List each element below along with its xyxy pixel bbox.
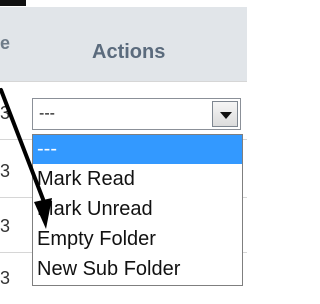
row-partial-text: 3 xyxy=(0,161,11,181)
actions-dropdown-list[interactable]: --- Mark Read Mark Unread Empty Folder N… xyxy=(32,134,243,286)
actions-select[interactable]: --- xyxy=(32,98,241,130)
option-mark-read[interactable]: Mark Read xyxy=(33,165,242,194)
table-header: e Actions xyxy=(0,7,247,81)
actions-column-header: Actions xyxy=(92,41,166,63)
dropdown-arrow-icon[interactable] xyxy=(212,101,238,127)
option-new-sub-folder[interactable]: New Sub Folder xyxy=(33,255,242,284)
option-mark-unread[interactable]: Mark Unread xyxy=(33,195,242,224)
header-partial-label: e xyxy=(0,33,11,53)
top-fragment xyxy=(0,0,26,6)
row-partial-text: 3 xyxy=(0,216,11,236)
option-empty-folder[interactable]: Empty Folder xyxy=(33,225,242,254)
option-empty[interactable]: --- xyxy=(33,135,242,164)
row-divider xyxy=(0,81,247,82)
row-partial-text: 3 xyxy=(0,268,11,288)
row-partial-text: 3 xyxy=(0,103,11,123)
select-value: --- xyxy=(39,105,55,122)
